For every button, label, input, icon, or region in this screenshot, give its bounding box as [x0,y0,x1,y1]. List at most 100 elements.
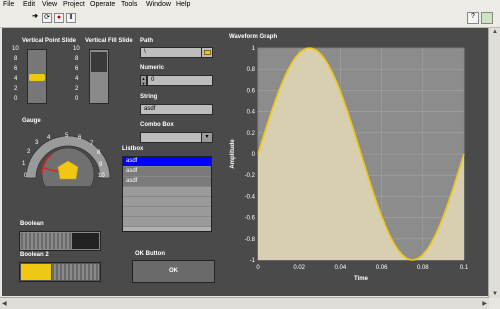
tick-label: 6 [14,66,18,72]
gauge-tick: 5 [65,133,69,139]
scroll-up-icon[interactable]: ▲ [492,29,498,35]
menu-window[interactable]: Window [146,1,171,8]
chevron-down-icon[interactable]: ▾ [201,132,213,143]
run-arrow-icon[interactable]: ➔ [30,13,40,23]
x-axis-label: Time [354,276,369,282]
front-panel: Vertical Point Slide 10 8 6 4 2 0 Vertic… [2,28,488,296]
browse-button[interactable] [201,47,213,58]
string-label: String [140,94,158,100]
tick-label: 4 [75,76,79,82]
waveform-graph-title: Waveform Graph [229,34,278,40]
menu-bar: File Edit View Project Operate Tools Win… [0,0,500,11]
labview-front-panel-window: File Edit View Project Operate Tools Win… [0,0,500,309]
list-item-empty[interactable] [123,197,211,207]
menu-tools[interactable]: Tools [121,1,137,8]
y-axis-label: Amplitude [230,139,236,169]
list-item-selected[interactable]: asdf [123,157,211,167]
x-tick-label: 0.02 [293,265,305,271]
boolean-toggle[interactable] [19,231,101,251]
menu-file[interactable]: File [3,1,14,8]
tick-label: 8 [75,56,79,62]
string-field[interactable]: asdf [140,104,213,115]
gauge-tick: 4 [47,135,51,141]
y-tick-label: -0.8 [245,237,256,243]
listbox[interactable]: asdf asdf asdf [122,156,212,232]
path-field[interactable]: \ [140,47,202,58]
pause-icon[interactable]: Ⅱ [66,13,76,23]
list-item-empty[interactable] [123,217,211,227]
tick-label: 8 [14,56,18,62]
menu-project[interactable]: Project [63,1,85,8]
menu-operate[interactable]: Operate [90,1,115,8]
x-tick-label: 0.06 [376,265,388,271]
vertical-fill-slide-label: Vertical Fill Slide [85,38,133,44]
scroll-down-icon[interactable]: ▼ [492,291,498,297]
gauge-tick: 9 [99,162,103,168]
path-label: Path [140,38,154,44]
abort-icon[interactable]: ● [54,13,64,23]
y-tick-label: 0.6 [247,88,256,94]
numeric-field[interactable]: 0 [147,75,213,86]
y-tick-label: 0.2 [247,131,256,137]
gauge-tick: 8 [97,150,101,156]
listbox-label: Listbox [122,146,144,152]
list-item-empty[interactable] [123,207,211,217]
x-tick-label: 0.08 [417,265,429,271]
folder-icon [204,50,211,55]
list-item[interactable]: asdf [123,167,211,177]
boolean-2-toggle[interactable] [19,262,101,282]
y-tick-label: -0.2 [245,173,256,179]
y-tick-label: 1 [252,46,256,52]
gauge-tick: 7 [90,141,94,147]
x-tick-label: 0.1 [460,265,469,271]
y-tick-label: 0.4 [247,110,256,116]
tick-label: 0 [75,96,79,102]
gauge-tick: 1 [22,161,26,167]
slide-thumb[interactable] [29,74,45,81]
menu-view[interactable]: View [42,1,57,8]
vi-icon [481,12,493,24]
toolbar: ➔ ⟳ ● Ⅱ ? [0,11,500,28]
gauge-tick: 6 [78,135,82,141]
x-tick-label: 0.04 [335,265,347,271]
ok-button-label: OK Button [135,251,165,257]
numeric-increment-icon[interactable]: ▲ ▼ [140,75,147,86]
vertical-scrollbar[interactable]: ▲ ▼ [488,28,500,298]
menu-help[interactable]: Help [176,1,190,8]
gauge-tick: 0 [24,173,28,179]
gauge-tick: 3 [35,140,39,146]
help-icon[interactable]: ? [467,12,479,24]
list-item-empty[interactable] [123,187,211,197]
combo-box-label: Combo Box [140,122,174,128]
gauge-tick: 10 [98,173,105,179]
vertical-point-slide[interactable] [27,49,47,104]
list-item[interactable]: asdf [123,177,211,187]
vertical-fill-slide[interactable] [89,49,109,104]
scroll-right-icon[interactable]: ▶ [482,300,487,307]
y-tick-label: -0.6 [245,216,256,222]
boolean-2-on-indicator [21,264,51,280]
combo-box[interactable] [140,132,202,143]
horizontal-scrollbar[interactable]: ◀ ▶ [0,297,489,309]
boolean-label: Boolean [20,221,44,227]
ok-button[interactable]: OK [132,260,215,283]
numeric-label: Numeric [140,65,165,71]
gauge-tick: 2 [27,149,31,155]
menu-edit[interactable]: Edit [23,1,35,8]
tick-label: 6 [75,66,79,72]
fill-slide-handle[interactable] [91,52,107,72]
tick-label: 10 [73,46,80,52]
tick-label: 2 [14,86,18,92]
tick-label: 4 [14,76,18,82]
waveform-graph[interactable]: 0 0.02 0.04 0.06 0.08 0.1 1 0.8 0.6 0.4 0.2 0 -0.2 -0… [224,42,470,286]
y-tick-label: 0.8 [247,67,256,73]
y-tick-label: -0.4 [245,194,256,200]
tick-label: 0 [14,96,18,102]
scroll-left-icon[interactable]: ◀ [2,300,7,307]
run-continuously-icon[interactable]: ⟳ [42,13,52,23]
y-tick-label: -1 [250,258,256,264]
boolean-2-label: Boolean 2 [20,252,49,258]
vertical-point-slide-label: Vertical Point Slide [22,38,77,44]
y-tick-label: 0 [252,152,256,158]
tick-label: 10 [12,46,19,52]
